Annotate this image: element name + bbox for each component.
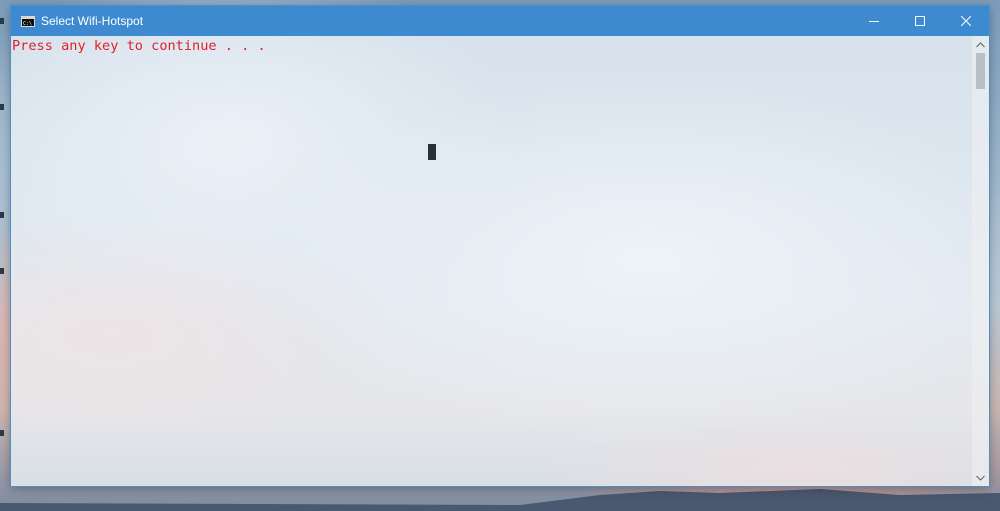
- window-title: Select Wifi-Hotspot: [41, 14, 144, 28]
- caption-buttons: [851, 6, 989, 36]
- minimize-button[interactable]: [851, 6, 897, 36]
- desktop-icon-fragment[interactable]: [0, 430, 4, 436]
- scroll-up-arrow-icon: [976, 41, 985, 47]
- console-window[interactable]: C:\ Select Wifi-Hotspot Press any key to…: [11, 6, 989, 486]
- vertical-scrollbar[interactable]: [972, 36, 989, 486]
- close-icon: [961, 16, 971, 26]
- maximize-icon: [915, 16, 925, 26]
- console-output-text: Press any key to continue . . .: [12, 38, 266, 54]
- scroll-down-button[interactable]: [972, 469, 989, 486]
- svg-text:C:\: C:\: [23, 21, 32, 27]
- desktop-icon-fragment[interactable]: [0, 212, 4, 218]
- close-button[interactable]: [943, 6, 989, 36]
- scroll-thumb[interactable]: [976, 53, 985, 89]
- console-output-area[interactable]: Press any key to continue . . .: [11, 36, 989, 486]
- title-bar[interactable]: C:\ Select Wifi-Hotspot: [11, 6, 989, 36]
- scroll-down-arrow-icon: [976, 475, 985, 481]
- maximize-button[interactable]: [897, 6, 943, 36]
- console-icon: C:\: [21, 15, 35, 27]
- desktop-icon-fragment[interactable]: [0, 18, 4, 24]
- desktop-background: C:\ Select Wifi-Hotspot Press any key to…: [0, 0, 1000, 511]
- desktop-icon-fragment[interactable]: [0, 104, 4, 110]
- desktop-icon-fragment[interactable]: [0, 268, 4, 274]
- text-cursor: [428, 144, 436, 160]
- minimize-icon: [869, 21, 879, 22]
- scroll-up-button[interactable]: [972, 36, 989, 53]
